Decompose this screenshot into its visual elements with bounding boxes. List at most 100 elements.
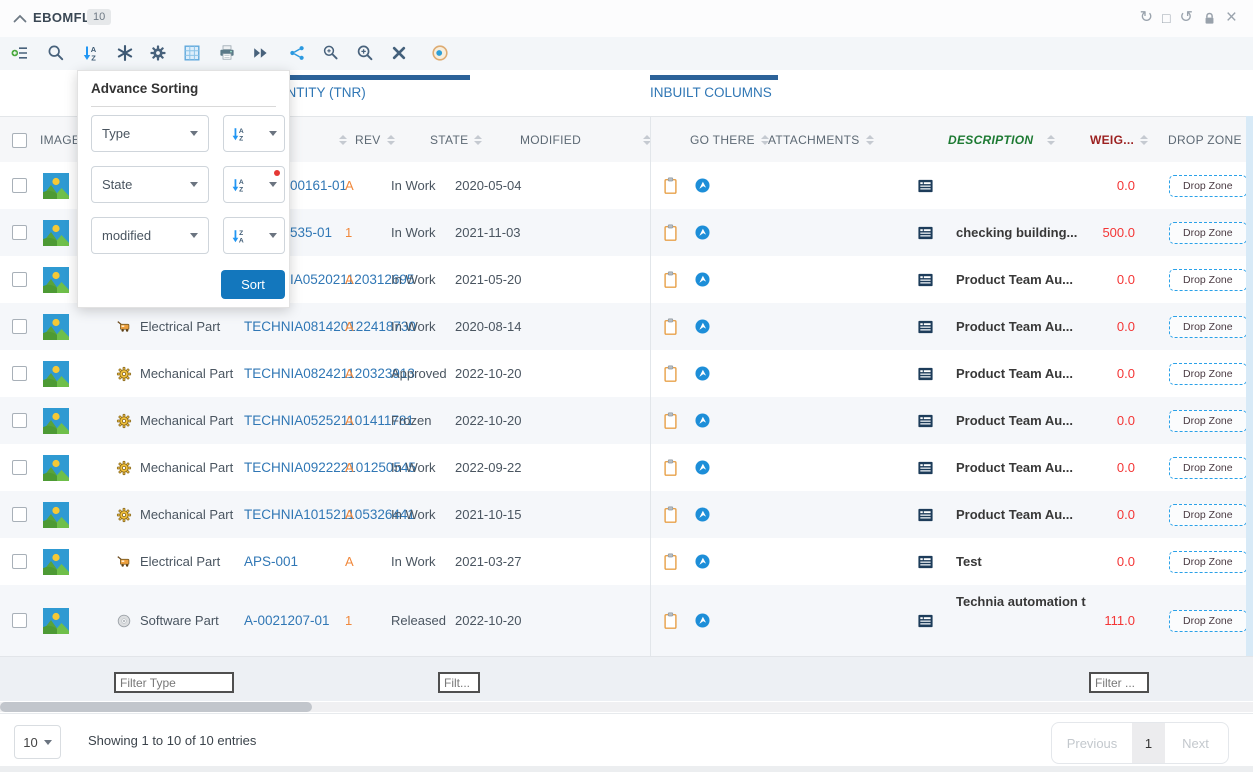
row-checkbox[interactable] <box>12 397 27 444</box>
part-thumbnail[interactable] <box>43 491 69 538</box>
tnr-link[interactable]: APS-001 <box>244 538 298 585</box>
go-there-icon[interactable] <box>695 491 710 538</box>
vertical-scrollbar[interactable] <box>1246 116 1253 656</box>
description-icon[interactable] <box>917 491 934 538</box>
row-checkbox[interactable] <box>12 585 27 656</box>
header-go-there[interactable]: GO THERE <box>690 117 769 163</box>
drop-zone[interactable]: Drop Zone <box>1169 303 1247 350</box>
go-there-icon[interactable] <box>695 350 710 397</box>
row-checkbox[interactable] <box>12 303 27 350</box>
maximize-icon[interactable]: □ <box>1162 8 1170 28</box>
tab-inbuilt-columns[interactable]: INBUILT COLUMNS <box>650 85 772 100</box>
row-checkbox[interactable] <box>12 491 27 538</box>
row-checkbox[interactable] <box>12 538 27 585</box>
current-page-button[interactable]: 1 <box>1132 723 1165 763</box>
drop-zone[interactable]: Drop Zone <box>1169 444 1247 491</box>
description-icon[interactable] <box>917 397 934 444</box>
previous-page-button[interactable]: Previous <box>1052 723 1132 763</box>
header-image[interactable]: IMAGE <box>40 117 80 163</box>
go-there-icon[interactable] <box>695 585 710 656</box>
part-thumbnail[interactable] <box>43 256 69 303</box>
clipboard-icon[interactable] <box>662 209 679 256</box>
close-icon[interactable]: × <box>1226 9 1237 27</box>
settings-gear-icon[interactable] <box>149 44 167 62</box>
clipboard-icon[interactable] <box>662 491 679 538</box>
row-checkbox[interactable] <box>12 350 27 397</box>
fast-forward-icon[interactable] <box>251 44 269 62</box>
search-icon[interactable] <box>47 44 65 62</box>
header-description[interactable]: DESCRIPTION <box>948 117 1055 163</box>
part-thumbnail[interactable] <box>43 444 69 491</box>
row-checkbox[interactable] <box>12 444 27 491</box>
weight-filter-input[interactable] <box>1089 672 1149 693</box>
asterisk-icon[interactable] <box>116 44 134 62</box>
share-icon[interactable] <box>288 44 306 62</box>
sort-field-select-3[interactable]: modified <box>91 217 209 254</box>
clipboard-icon[interactable] <box>662 256 679 303</box>
go-there-icon[interactable] <box>695 397 710 444</box>
clipboard-icon[interactable] <box>662 303 679 350</box>
description-icon[interactable] <box>917 585 934 656</box>
lock-icon[interactable] <box>1202 11 1217 26</box>
drop-zone[interactable]: Drop Zone <box>1169 397 1247 444</box>
row-checkbox[interactable] <box>12 209 27 256</box>
drop-zone[interactable]: Drop Zone <box>1169 256 1247 303</box>
part-thumbnail[interactable] <box>43 209 69 256</box>
part-thumbnail[interactable] <box>43 303 69 350</box>
sort-field-select-2[interactable]: State <box>91 166 209 203</box>
add-row-icon[interactable] <box>11 44 29 62</box>
header-modified[interactable]: MODIFIED <box>520 117 651 163</box>
next-page-button[interactable]: Next <box>1165 723 1226 763</box>
go-there-icon[interactable] <box>695 256 710 303</box>
part-thumbnail[interactable] <box>43 397 69 444</box>
find-zoom-icon[interactable] <box>322 44 340 62</box>
description-icon[interactable] <box>917 303 934 350</box>
go-there-icon[interactable] <box>695 538 710 585</box>
go-there-icon[interactable] <box>695 303 710 350</box>
tnr-link[interactable]: TECHNIA052521101411781 <box>244 397 414 444</box>
clear-icon[interactable] <box>390 44 408 62</box>
clipboard-icon[interactable] <box>662 444 679 491</box>
go-there-icon[interactable] <box>695 444 710 491</box>
collapse-chevron-up-icon[interactable] <box>13 14 27 23</box>
sort-direction-select-2[interactable] <box>223 166 285 203</box>
header-attachments[interactable]: ATTACHMENTS <box>768 117 874 163</box>
drop-zone[interactable]: Drop Zone <box>1169 538 1247 585</box>
drop-zone[interactable]: Drop Zone <box>1169 209 1247 256</box>
row-checkbox[interactable] <box>12 162 27 209</box>
header-drop-zone[interactable]: DROP ZONE <box>1168 117 1242 163</box>
type-filter-input[interactable] <box>114 672 234 693</box>
row-checkbox[interactable] <box>12 256 27 303</box>
clipboard-icon[interactable] <box>662 397 679 444</box>
description-icon[interactable] <box>917 162 934 209</box>
part-thumbnail[interactable] <box>43 350 69 397</box>
tnr-link[interactable]: A-0021207-01 <box>244 585 330 656</box>
clipboard-icon[interactable] <box>662 538 679 585</box>
horizontal-scrollbar-thumb[interactable] <box>0 702 312 712</box>
go-there-icon[interactable] <box>695 162 710 209</box>
advance-sorting-icon[interactable] <box>82 44 100 62</box>
clipboard-icon[interactable] <box>662 162 679 209</box>
header-state[interactable]: STATE <box>430 117 482 163</box>
drop-zone[interactable]: Drop Zone <box>1169 491 1247 538</box>
page-size-select[interactable]: 10 <box>14 725 61 759</box>
part-thumbnail[interactable] <box>43 538 69 585</box>
header-weight[interactable]: WEIG... <box>1090 117 1148 163</box>
part-thumbnail[interactable] <box>43 585 69 656</box>
sort-direction-select-3[interactable] <box>223 217 285 254</box>
print-icon[interactable] <box>218 44 236 62</box>
description-icon[interactable] <box>917 444 934 491</box>
description-icon[interactable] <box>917 538 934 585</box>
description-icon[interactable] <box>917 350 934 397</box>
select-all-checkbox[interactable] <box>12 117 27 163</box>
refresh-icon[interactable]: ↻ <box>1140 8 1153 28</box>
header-rev[interactable]: REV <box>355 117 395 163</box>
description-icon[interactable] <box>917 209 934 256</box>
drop-zone[interactable]: Drop Zone <box>1169 162 1247 209</box>
clipboard-icon[interactable] <box>662 585 679 656</box>
description-icon[interactable] <box>917 256 934 303</box>
go-there-icon[interactable] <box>695 209 710 256</box>
horizontal-scrollbar[interactable] <box>0 702 1253 712</box>
sort-direction-select-1[interactable] <box>223 115 285 152</box>
tnr-link[interactable]: TECHNIA082421120323913 <box>244 350 415 397</box>
